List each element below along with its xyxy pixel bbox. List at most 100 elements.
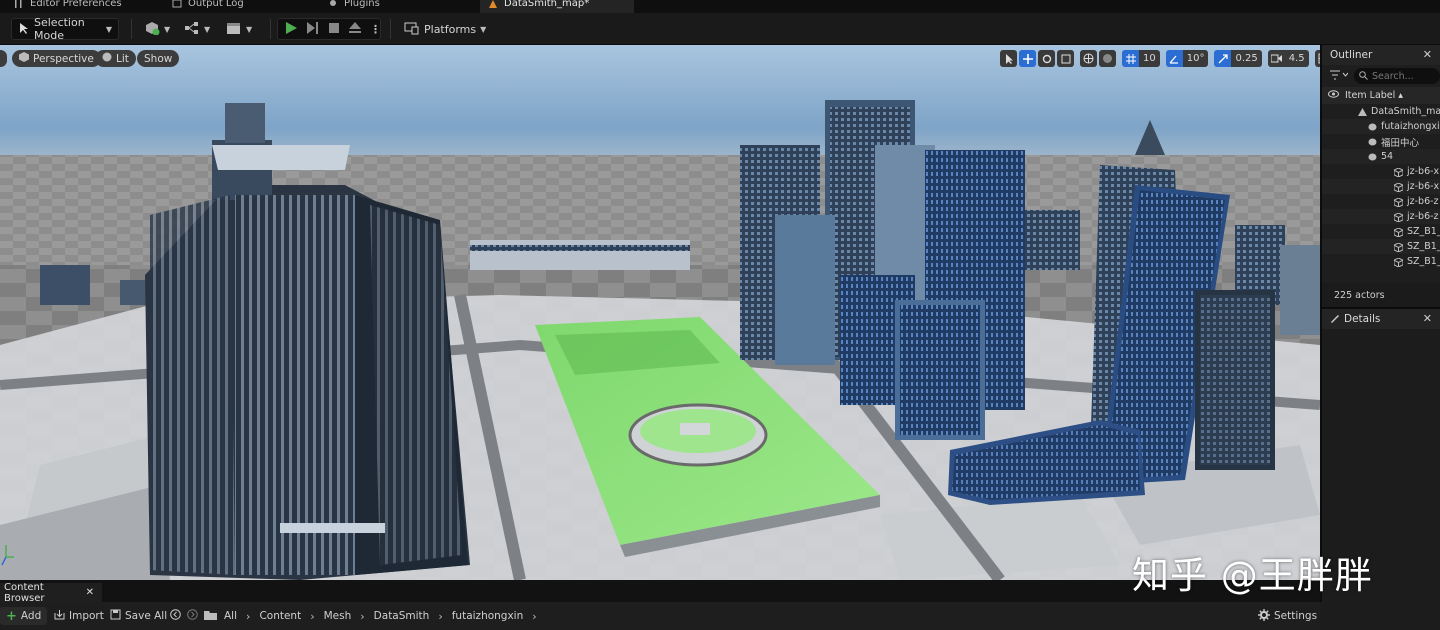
outliner-item[interactable]: jz-b6-z <box>1322 194 1440 209</box>
surface-snap-icon[interactable] <box>1099 50 1116 67</box>
play-icon[interactable] <box>284 21 298 38</box>
breadcrumb-content[interactable]: Content <box>259 610 301 622</box>
kebab-menu-icon[interactable]: ⋮ <box>370 23 381 36</box>
outliner-item[interactable]: 福田中心 <box>1322 134 1440 149</box>
grid-snap-icon[interactable] <box>1122 50 1139 67</box>
outliner-search-input[interactable]: Search... <box>1354 68 1440 84</box>
eject-icon[interactable] <box>348 21 362 38</box>
save-icon <box>110 609 121 623</box>
details-title: Details <box>1344 313 1381 325</box>
level-icon <box>1358 107 1367 116</box>
settings-button[interactable]: Settings <box>1258 607 1317 625</box>
play-controls: ⋮ <box>277 18 381 40</box>
outliner-panel: Outliner ✕ Search... Item Label ▴ DataSm… <box>1320 45 1440 307</box>
static-mesh-icon <box>1393 256 1404 268</box>
chevron-right-icon: › <box>438 609 443 623</box>
outliner-column-header[interactable]: Item Label ▴ <box>1322 87 1440 104</box>
grid-snap-value[interactable]: 10 <box>1139 50 1160 67</box>
outliner-item[interactable]: SZ_B1_ <box>1322 239 1440 254</box>
selection-mode-icon <box>18 22 30 37</box>
outliner-item[interactable]: jz-b6-x <box>1322 179 1440 194</box>
tab-content-browser[interactable]: Content Browser ✕ <box>0 582 102 604</box>
world-space-icon[interactable] <box>1080 50 1097 67</box>
forward-arrow-icon[interactable] <box>187 609 198 623</box>
actor-count: 225 actors <box>1322 283 1440 307</box>
import-button[interactable]: Import <box>54 607 104 625</box>
plugin-icon <box>328 0 338 8</box>
static-mesh-icon <box>1393 241 1404 253</box>
actor-icon <box>1368 123 1377 131</box>
outliner-item-label: 福田中心 <box>1381 137 1420 149</box>
outliner-item[interactable]: 54 <box>1322 149 1440 164</box>
chevron-down-icon: ▼ <box>204 24 211 34</box>
platforms-dropdown[interactable]: Platforms ▼ <box>398 18 492 40</box>
cinematics-button[interactable]: ▼ <box>220 18 258 40</box>
show-button[interactable]: Show <box>137 50 180 67</box>
editor-tab-strip: Editor Preferences Output Log Plugins Da… <box>0 0 1440 13</box>
outliner-item[interactable]: futaizhongxin <box>1322 119 1440 134</box>
tab-datasmith-map[interactable]: DataSmith_map* <box>480 0 634 13</box>
breadcrumb-mesh[interactable]: Mesh <box>324 610 352 622</box>
actor-icon <box>1368 138 1377 146</box>
outliner-item[interactable]: DataSmith_map <box>1322 104 1440 119</box>
scale-snap-icon[interactable] <box>1214 50 1232 67</box>
outliner-title: Outliner <box>1330 49 1373 61</box>
outliner-item-label: 54 <box>1381 151 1394 162</box>
details-header: Details ✕ <box>1322 309 1440 329</box>
chevron-right-icon: › <box>310 609 315 623</box>
blueprints-button[interactable]: ▼ <box>178 18 216 40</box>
import-icon <box>54 609 65 623</box>
level-icon <box>488 0 498 8</box>
outliner-item[interactable]: jz-b6-x <box>1322 164 1440 179</box>
scale-tool-icon[interactable] <box>1057 50 1074 67</box>
content-browser-toolbar: + Add Import Save All All › Content › Me… <box>0 602 1320 630</box>
move-tool-icon[interactable] <box>1019 50 1036 67</box>
breadcrumb-all[interactable]: All <box>224 610 237 622</box>
sphere-icon <box>102 52 112 65</box>
breadcrumb-datasmith[interactable]: DataSmith <box>374 610 430 622</box>
camera-speed-icon[interactable] <box>1267 50 1285 67</box>
close-icon[interactable]: ✕ <box>1423 312 1432 325</box>
level-viewport[interactable]: Perspective Lit Show 10 10° 0.25 4.5 <box>0 45 1320 580</box>
static-mesh-icon <box>1393 211 1404 223</box>
tab-plugins[interactable]: Plugins <box>328 0 478 13</box>
tab-editor-preferences[interactable]: Editor Preferences <box>14 0 164 13</box>
save-all-button[interactable]: Save All <box>110 607 167 625</box>
outliner-item[interactable]: SZ_B1_ <box>1322 254 1440 269</box>
sliders-icon <box>14 0 24 8</box>
add-button[interactable]: + Add <box>0 607 48 625</box>
visibility-eye-icon <box>1328 90 1339 101</box>
selection-mode-dropdown[interactable]: Selection Mode ▼ <box>11 16 119 42</box>
outliner-item[interactable]: SZ_B1_ <box>1322 224 1440 239</box>
rotate-tool-icon[interactable] <box>1038 50 1055 67</box>
breadcrumb-futaizhongxin[interactable]: futaizhongxin <box>452 610 524 622</box>
close-icon[interactable]: ✕ <box>86 587 94 598</box>
perspective-button[interactable]: Perspective <box>12 50 101 67</box>
outliner-filter-row: Search... <box>1322 65 1440 87</box>
folder-icon[interactable] <box>204 610 217 623</box>
stop-icon[interactable] <box>328 22 340 37</box>
add-actor-icon <box>144 21 160 38</box>
lit-button[interactable]: Lit <box>95 50 136 67</box>
scale-snap-value[interactable]: 0.25 <box>1231 50 1262 67</box>
camera-speed-value[interactable]: 4.5 <box>1284 50 1309 67</box>
outliner-item-label: jz-b6-z <box>1407 196 1439 207</box>
add-content-button[interactable]: ▼ <box>138 18 176 40</box>
outliner-item-label: DataSmith_map <box>1371 106 1440 117</box>
tab-output-log[interactable]: Output Log <box>172 0 322 13</box>
outliner-item[interactable]: jz-b6-z <box>1322 209 1440 224</box>
search-icon <box>1359 70 1368 83</box>
chevron-right-icon: › <box>246 609 251 623</box>
filter-icon[interactable] <box>1330 70 1349 83</box>
city-scene-render <box>0 45 1320 580</box>
log-icon <box>172 0 182 8</box>
rotation-snap-value[interactable]: 10° <box>1182 50 1209 67</box>
advance-frame-icon[interactable] <box>306 21 320 38</box>
close-icon[interactable]: ✕ <box>1423 48 1432 61</box>
plus-icon: + <box>6 608 17 624</box>
select-tool-icon[interactable] <box>1000 50 1017 67</box>
rotation-snap-icon[interactable] <box>1165 50 1183 67</box>
breadcrumb: All › Content › Mesh › DataSmith › futai… <box>224 607 537 625</box>
history-navigation <box>170 607 217 625</box>
back-arrow-icon[interactable] <box>170 609 181 623</box>
